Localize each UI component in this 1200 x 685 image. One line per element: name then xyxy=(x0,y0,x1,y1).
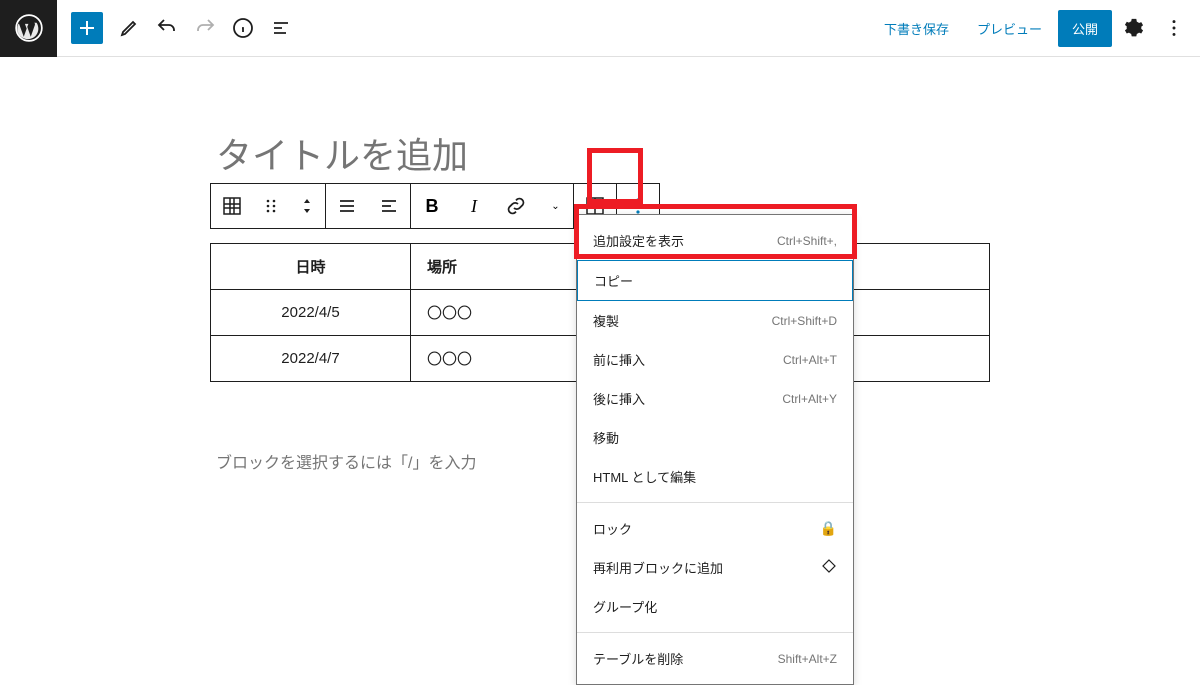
top-right-tools: 下書き保存 プレビュー 公開 xyxy=(872,10,1200,47)
block-type-button[interactable] xyxy=(211,184,253,228)
lock-icon: 🔒 xyxy=(820,520,837,537)
edit-mode-button[interactable] xyxy=(111,10,147,46)
menu-item[interactable]: 後に挿入 Ctrl+Alt+Y xyxy=(577,379,853,418)
table-cell[interactable]: 2022/4/5 xyxy=(211,290,411,336)
add-block-button[interactable] xyxy=(71,12,103,44)
menu-item-label: HTML として編集 xyxy=(593,467,696,486)
more-format-button[interactable]: ⌄ xyxy=(537,184,573,228)
menu-item-label: 追加設定を表示 xyxy=(593,231,684,250)
menu-item-label: テーブルを削除 xyxy=(593,649,683,668)
table-cell[interactable]: 2022/4/7 xyxy=(211,336,411,382)
menu-shortcut: Shift+Alt+Z xyxy=(778,652,837,666)
top-toolbar: 下書き保存 プレビュー 公開 xyxy=(0,0,1200,57)
more-options-button[interactable] xyxy=(1156,10,1192,46)
menu-item-label: 前に挿入 xyxy=(593,350,645,369)
move-button[interactable] xyxy=(289,184,325,228)
block-options-menu: 追加設定を表示 Ctrl+Shift+, コピー複製 Ctrl+Shift+D 前に挿入… xyxy=(576,214,854,685)
undo-button[interactable] xyxy=(149,10,185,46)
menu-item[interactable]: 移動 xyxy=(577,418,853,457)
link-button[interactable] xyxy=(495,184,537,228)
menu-shortcut: Ctrl+Shift+D xyxy=(772,314,837,328)
redo-button[interactable] xyxy=(187,10,223,46)
menu-item-label: ロック xyxy=(593,519,632,538)
settings-button[interactable] xyxy=(1116,10,1152,46)
menu-item-label: グループ化 xyxy=(593,597,657,616)
menu-item-label: 移動 xyxy=(593,428,619,447)
wordpress-logo[interactable] xyxy=(0,0,57,57)
preview-button[interactable]: プレビュー xyxy=(965,11,1054,46)
menu-item[interactable]: 複製 Ctrl+Shift+D xyxy=(577,301,853,340)
publish-button[interactable]: 公開 xyxy=(1058,10,1112,47)
text-align-button[interactable] xyxy=(368,184,410,228)
drag-handle-button[interactable] xyxy=(253,184,289,228)
save-draft-button[interactable]: 下書き保存 xyxy=(872,11,961,46)
menu-shortcut: Ctrl+Shift+, xyxy=(777,234,837,248)
top-left-tools xyxy=(0,0,299,56)
menu-item[interactable]: 再利用ブロックに追加 xyxy=(577,548,853,587)
align-button[interactable] xyxy=(326,184,368,228)
menu-item[interactable]: コピー xyxy=(577,260,853,301)
menu-item[interactable]: HTML として編集 xyxy=(577,457,853,496)
menu-item-label: 複製 xyxy=(593,311,619,330)
menu-item[interactable]: ロック 🔒 xyxy=(577,509,853,548)
menu-item-label: コピー xyxy=(594,271,633,290)
italic-button[interactable]: I xyxy=(453,184,495,228)
info-button[interactable] xyxy=(225,10,261,46)
table-header-cell[interactable]: 日時 xyxy=(211,244,411,290)
post-title-input[interactable]: タイトルを追加 xyxy=(210,127,990,179)
menu-item[interactable]: グループ化 xyxy=(577,587,853,626)
menu-item[interactable]: 前に挿入 Ctrl+Alt+T xyxy=(577,340,853,379)
reuse-icon xyxy=(821,558,837,577)
menu-item-label: 後に挿入 xyxy=(593,389,645,408)
bold-button[interactable]: B xyxy=(411,184,453,228)
menu-shortcut: Ctrl+Alt+Y xyxy=(782,392,837,406)
outline-button[interactable] xyxy=(263,10,299,46)
menu-shortcut: Ctrl+Alt+T xyxy=(783,353,837,367)
menu-item[interactable]: 追加設定を表示 Ctrl+Shift+, xyxy=(577,221,853,260)
menu-item-label: 再利用ブロックに追加 xyxy=(593,558,723,577)
